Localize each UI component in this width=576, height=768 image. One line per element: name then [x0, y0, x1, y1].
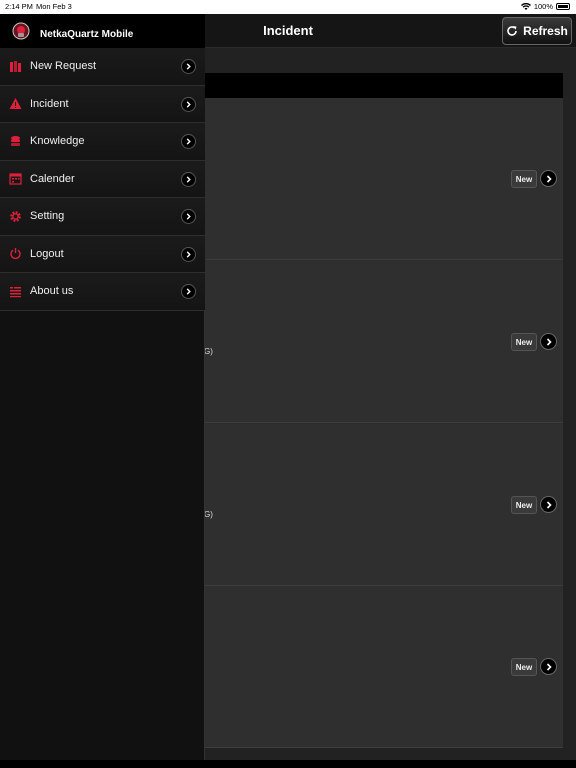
- menu-item-knowledge[interactable]: Knowledge: [0, 123, 205, 161]
- chevron-right-icon: [181, 284, 196, 299]
- chevron-right-icon[interactable]: [540, 658, 557, 675]
- bottom-bar: [0, 760, 576, 768]
- menu-item-about-us[interactable]: About us: [0, 273, 205, 311]
- menu-item-label: Logout: [30, 247, 64, 260]
- chevron-right-icon: [181, 209, 196, 224]
- calendar-icon: [8, 172, 22, 186]
- menu-item-label: Setting: [30, 210, 65, 223]
- chevron-right-icon[interactable]: [540, 170, 557, 187]
- menu-item-label: Calender: [30, 172, 75, 185]
- menu-item-label: Knowledge: [30, 135, 85, 148]
- status-badge: New: [511, 496, 537, 514]
- menu-item-incident[interactable]: Incident: [0, 85, 205, 123]
- menu-item-label: Incident: [30, 97, 69, 110]
- menu-item-logout[interactable]: Logout: [0, 235, 205, 273]
- status-date: Mon Feb 3: [36, 2, 72, 11]
- menu-item-label: New Request: [30, 60, 97, 73]
- row-text-fragment: G): [204, 347, 213, 356]
- battery-icon: [556, 3, 570, 10]
- chevron-right-icon: [181, 96, 196, 112]
- status-badge: New: [511, 658, 537, 676]
- battery-percent: 100%: [533, 2, 553, 11]
- app-title: NetkaQuartz Mobile: [40, 29, 134, 40]
- books-icon: [8, 59, 22, 73]
- menu-item-calender[interactable]: Calender: [0, 160, 205, 198]
- chevron-right-icon: [181, 246, 196, 262]
- list-icon: [8, 284, 22, 298]
- status-badge: New: [511, 333, 537, 351]
- chevron-right-icon: [181, 59, 196, 74]
- refresh-button[interactable]: Refresh: [502, 17, 572, 45]
- warning-icon: [8, 97, 22, 111]
- chevron-right-icon[interactable]: [540, 496, 557, 513]
- chevron-right-icon: [181, 134, 196, 149]
- row-text-fragment: G): [204, 510, 213, 519]
- menu-item-label: About us: [30, 285, 74, 298]
- wifi-icon: [520, 3, 531, 10]
- power-icon: [8, 247, 22, 261]
- menu-item-new-request[interactable]: New Request: [0, 48, 205, 86]
- gear-icon: [8, 209, 22, 223]
- database-icon: [8, 134, 22, 148]
- refresh-icon: [507, 26, 517, 36]
- refresh-label: Refresh: [523, 24, 568, 38]
- chevron-right-icon[interactable]: [540, 333, 557, 350]
- chevron-right-icon: [181, 171, 196, 187]
- status-right: 100%: [520, 2, 570, 11]
- app-logo-icon: [12, 22, 30, 40]
- menu-item-setting[interactable]: Setting: [0, 198, 205, 236]
- drawer-menu: New Request Incident Knowledge Calender …: [0, 48, 205, 311]
- page-title: Incident: [263, 23, 313, 38]
- status-bar: 2:14 PM Mon Feb 3 100%: [0, 0, 576, 14]
- drawer-header: NetkaQuartz Mobile: [0, 14, 205, 48]
- status-time: 2:14 PM: [5, 2, 33, 11]
- side-drawer: NetkaQuartz Mobile New Request Incident …: [0, 14, 205, 760]
- status-badge: New: [511, 170, 537, 188]
